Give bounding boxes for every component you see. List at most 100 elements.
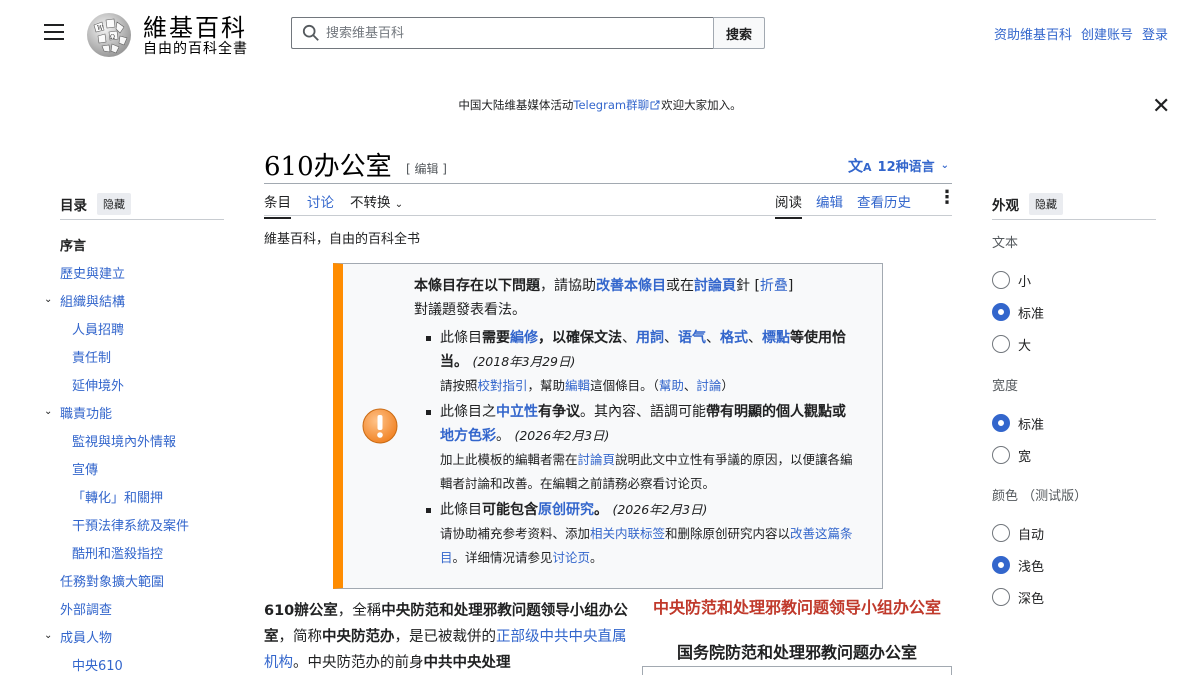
search-box[interactable]	[291, 17, 714, 49]
proofreading-guide-link[interactable]: 校對指引	[478, 378, 528, 393]
toc-item[interactable]: 監視與境內外情報	[44, 426, 224, 454]
text-size-option-label: 小	[1018, 274, 1032, 290]
help-link[interactable]: 幫助	[659, 378, 684, 393]
toc-item[interactable]: 歷史與建立	[44, 258, 224, 286]
radio-button[interactable]	[992, 414, 1010, 432]
text-size-option[interactable]: 大	[992, 328, 1044, 360]
copyedit-link[interactable]: 編修	[510, 330, 538, 346]
note-text: 和删除原创研究内容以	[665, 526, 791, 541]
issue-date: (2026年2月3日)	[612, 502, 708, 517]
text-size-option[interactable]: 标准	[992, 296, 1044, 328]
chevron-down-icon[interactable]: ⌄	[44, 630, 53, 641]
original-research-link[interactable]: 原创研究	[538, 502, 594, 518]
lead-bold: 中央防范办	[322, 629, 395, 645]
toc-item-label: 責任制	[72, 350, 112, 366]
note-text: 請按照	[440, 378, 478, 393]
language-button[interactable]: 文A 12种语言 ⌄	[848, 155, 949, 176]
note-text: 请协助補充参考资料、添加	[440, 526, 591, 541]
more-actions-icon[interactable]: ⋮	[938, 189, 956, 207]
login-link[interactable]: 登录	[1142, 24, 1168, 43]
radio-button[interactable]	[992, 588, 1010, 606]
create-account-link[interactable]: 创建账号	[1081, 24, 1133, 43]
radio-button[interactable]	[992, 303, 1010, 321]
toc-item-label: 干預法律系統及案件	[72, 518, 190, 534]
appearance-hide-button[interactable]: 隐藏	[1029, 193, 1063, 215]
inline-tags-link[interactable]: 相关内联标签	[590, 526, 665, 541]
toc-item[interactable]: 責任制	[44, 342, 224, 370]
color-option[interactable]: 浅色	[992, 549, 1087, 581]
toc-item[interactable]: ⌄ 職責功能	[44, 398, 224, 426]
toc-item[interactable]: 宣傳	[44, 454, 224, 482]
toc-item-label: 任務對象擴大範圍	[60, 574, 165, 590]
edit-link[interactable]: 編輯	[565, 378, 590, 393]
toc-item[interactable]: 酷刑和濫殺指控	[44, 538, 224, 566]
toc-item[interactable]: 序言	[44, 230, 224, 258]
radio-button[interactable]	[992, 446, 1010, 464]
talk-page-link[interactable]: 讨论页	[553, 550, 591, 565]
text-size-option-label: 大	[1018, 338, 1032, 354]
search-icon	[302, 24, 319, 41]
main-menu-button[interactable]	[44, 24, 64, 42]
toc-hide-button[interactable]: 隐藏	[97, 193, 131, 215]
toc-item[interactable]: 延伸境外	[44, 370, 224, 398]
search-input[interactable]	[326, 25, 706, 41]
note-text: ）	[721, 378, 734, 393]
improve-link[interactable]: 改善本條目	[596, 278, 666, 294]
close-notice-icon[interactable]: ✕	[1152, 94, 1170, 119]
format-link[interactable]: 格式	[720, 330, 748, 346]
radio-button[interactable]	[992, 524, 1010, 542]
punctuation-link[interactable]: 標點	[762, 330, 790, 346]
toc-item[interactable]: 人員招聘	[44, 314, 224, 342]
issue-text: 此條目之	[440, 404, 496, 420]
donate-link[interactable]: 资助维基百科	[994, 24, 1072, 43]
discussion-link[interactable]: 討論	[696, 378, 721, 393]
issue-text: 。	[496, 428, 510, 444]
collapse-link[interactable]: 折叠	[760, 278, 788, 294]
talk-page-link[interactable]: 討論頁	[578, 452, 616, 467]
width-option-label: 标准	[1018, 417, 1045, 433]
tone-link[interactable]: 语气	[678, 330, 706, 346]
toc-item[interactable]: 「轉化」和關押	[44, 482, 224, 510]
toc-item-label: 中央610	[72, 658, 123, 674]
neutrality-link[interactable]: 中立性	[496, 404, 538, 420]
issue-text: 。其內容、語調可能	[580, 404, 706, 420]
text-size-group: 文本 小标准大	[992, 232, 1044, 360]
notice-suffix: 欢迎大家加入。	[661, 98, 742, 112]
title-edit-link[interactable]: [ 编辑 ]	[406, 160, 447, 177]
chevron-down-icon[interactable]: ⌄	[44, 406, 53, 417]
text-size-option[interactable]: 小	[992, 264, 1044, 296]
issue-text: 需要	[482, 330, 510, 346]
toc-item[interactable]: 中央610	[44, 650, 224, 675]
wording-link[interactable]: 用詞	[636, 330, 664, 346]
width-option[interactable]: 宽	[992, 439, 1044, 471]
issue-text: 、	[706, 330, 720, 346]
search-button[interactable]: 搜索	[713, 17, 765, 49]
issues-intro-text: 對議題發表看法。	[414, 302, 526, 318]
toc-item[interactable]: 外部調查	[44, 594, 224, 622]
color-option[interactable]: 自动	[992, 517, 1087, 549]
issue-note: 加上此模板的編輯者需在討論頁說明此文中立性有爭議的原因，以便讓各編輯者討論和改善…	[440, 448, 854, 496]
radio-button[interactable]	[992, 271, 1010, 289]
toc-item-label: 人員招聘	[72, 322, 125, 338]
radio-button[interactable]	[992, 556, 1010, 574]
wikipedia-globe-logo[interactable]: W Ω	[84, 10, 134, 60]
local-bias-link[interactable]: 地方色彩	[440, 428, 496, 444]
toc-item[interactable]: 干預法律系統及案件	[44, 510, 224, 538]
translate-icon: 文A	[848, 157, 872, 175]
issues-intro-text: 或在	[666, 278, 694, 294]
radio-button[interactable]	[992, 335, 1010, 353]
notice-link[interactable]: Telegram群聊	[573, 98, 649, 112]
talk-page-link[interactable]: 討論頁	[694, 278, 736, 294]
width-option[interactable]: 标准	[992, 407, 1044, 439]
color-option[interactable]: 深色	[992, 581, 1087, 613]
lead-text: ，是已被裁併的	[394, 629, 497, 645]
toc-item[interactable]: ⌄ 組織與結構	[44, 286, 224, 314]
toc-item-label: 酷刑和濫殺指控	[72, 546, 164, 562]
note-text: 。	[590, 550, 603, 565]
toc-item[interactable]: 任務對象擴大範圍	[44, 566, 224, 594]
issue-text: ，以確保文法	[538, 330, 622, 346]
toc-item[interactable]: ⌄ 成員人物	[44, 622, 224, 650]
site-notice: 中国大陆维基媒体活动Telegram群聊 欢迎大家加入。	[0, 97, 1200, 113]
chevron-down-icon[interactable]: ⌄	[44, 294, 53, 305]
toc-item-label: 延伸境外	[72, 378, 125, 394]
